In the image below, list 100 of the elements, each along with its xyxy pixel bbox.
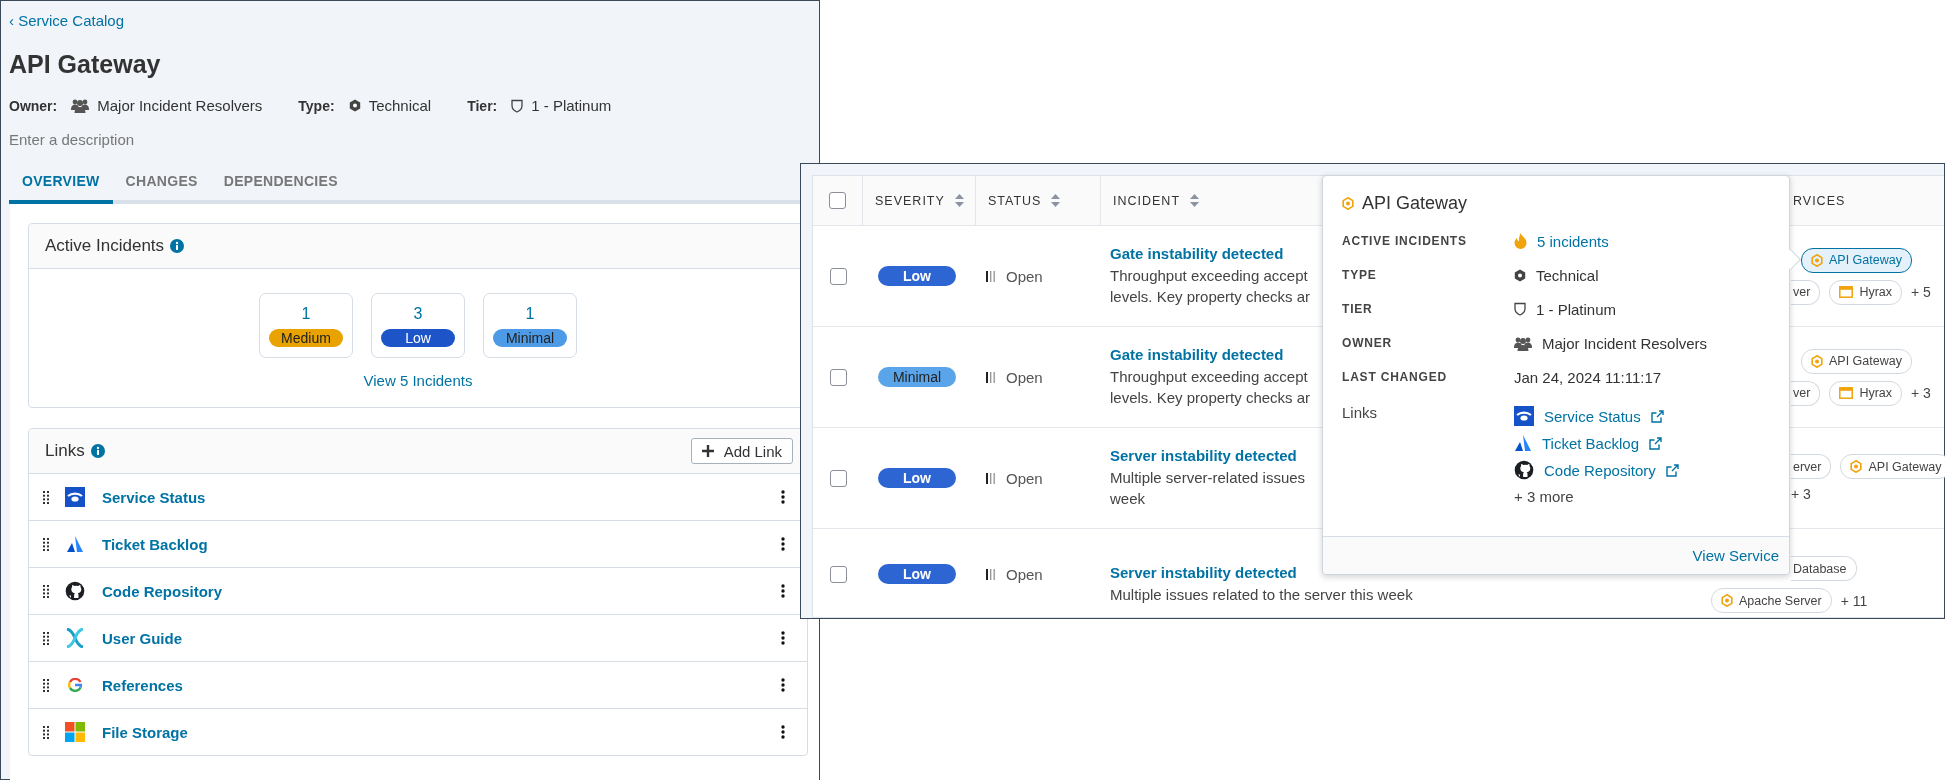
circle-logo-icon	[65, 581, 85, 601]
hexagon-icon	[1850, 460, 1863, 473]
checkbox[interactable]	[829, 267, 847, 285]
column-header: SEVERITY	[875, 193, 945, 208]
field-value: Jan 24, 2024 11:11:17	[1514, 368, 1662, 386]
tab[interactable]: CHANGES	[112, 163, 211, 204]
link-item[interactable]: References	[102, 676, 183, 694]
hexagon-icon	[1721, 594, 1733, 607]
checkbox[interactable]	[829, 469, 847, 487]
field-label: Owner:	[9, 97, 58, 114]
link-item[interactable]: Ticket Backlog	[102, 535, 208, 553]
link-item[interactable]: File Storage	[102, 723, 188, 741]
kebab-menu-icon[interactable]	[781, 584, 785, 598]
severity-tile[interactable]: 1 Medium	[259, 293, 353, 358]
bars-icon	[986, 568, 996, 580]
hexagon-icon	[1811, 354, 1823, 368]
link-item[interactable]: Service Status	[102, 488, 206, 506]
checkbox[interactable]	[829, 368, 847, 386]
drag-handle-icon	[43, 490, 50, 504]
incident-description: Multiple issues related to the server this week	[1110, 585, 1413, 605]
incident-description: Multiple server-related issues	[1110, 468, 1306, 488]
incident-description: week	[1110, 489, 1146, 509]
link-item[interactable]: User Guide	[102, 629, 183, 647]
flame-icon	[1514, 233, 1527, 249]
drag-handle-icon	[43, 584, 50, 598]
signal-icon	[1514, 406, 1534, 426]
incident-description: Throughput exceeding accept	[1110, 367, 1308, 387]
peak-icon	[1514, 434, 1532, 452]
checkbox[interactable]	[829, 192, 846, 209]
incident-count: 1	[301, 304, 311, 323]
link-item[interactable]: Service Status	[1544, 407, 1641, 425]
bars-icon	[986, 371, 996, 383]
peak-icon	[66, 535, 84, 553]
field-label: LAST CHANGED	[1342, 369, 1448, 386]
description-field[interactable]: Enter a description	[9, 127, 309, 152]
incident-description: levels. Key property checks ar	[1110, 287, 1311, 307]
severity-tile[interactable]: 3 Low	[371, 293, 465, 358]
service-tag[interactable]: ver	[1791, 279, 1821, 305]
severity-badge: Low	[878, 564, 956, 584]
add-link-button[interactable]: Add Link	[690, 438, 793, 464]
field-label: Type:	[298, 97, 335, 114]
bars-icon	[986, 472, 996, 484]
service-tag[interactable]: Database	[1791, 556, 1857, 581]
field-label: TYPE	[1342, 267, 1378, 284]
service-tag[interactable]: Hyrax	[1829, 279, 1903, 305]
kebab-menu-icon[interactable]	[781, 678, 785, 692]
service-tag[interactable]: Apache Server	[1711, 588, 1832, 613]
view-incidents-link[interactable]: View 5 Incidents	[363, 372, 473, 407]
shield-icon	[511, 98, 524, 113]
severity-badge: Minimal	[493, 328, 567, 347]
incident-link[interactable]: Gate instability detected	[1110, 346, 1284, 363]
signal-icon	[65, 487, 85, 507]
tab[interactable]: DEPENDENCIES	[210, 163, 351, 204]
people-icon	[71, 98, 90, 113]
severity-badge: Medium	[269, 328, 343, 347]
hexagon-icon	[1342, 197, 1354, 210]
link-item[interactable]: Ticket Backlog	[1542, 434, 1639, 452]
kebab-menu-icon[interactable]	[781, 725, 785, 739]
service-tag[interactable]: API Gateway	[1801, 348, 1912, 374]
service-tag[interactable]: Hyrax	[1829, 380, 1903, 406]
service-tag[interactable]: API Gateway	[1840, 454, 1945, 479]
link-item[interactable]: Code Repository	[1544, 461, 1656, 479]
bars-icon	[986, 270, 996, 282]
popover-title: API Gateway	[1362, 193, 1468, 214]
window-icon	[1839, 387, 1854, 399]
more-count: + 3	[1791, 486, 1811, 502]
checkbox[interactable]	[829, 565, 847, 583]
back-link[interactable]: ‹ Service Catalog	[9, 12, 125, 29]
severity-tile[interactable]: 1 Minimal	[483, 293, 577, 358]
field-value: Major Incident Resolvers	[1542, 334, 1708, 352]
drag-handle-icon	[43, 725, 50, 739]
more-links: + 3 more	[1514, 488, 1575, 505]
card-title: Active Incidents	[45, 236, 165, 256]
shield-icon	[1514, 302, 1526, 316]
incident-link[interactable]: Server instability detected	[1110, 447, 1297, 464]
view-service-link[interactable]: View Service	[1692, 547, 1779, 564]
drag-handle-icon	[43, 631, 50, 645]
incident-link[interactable]: Server instability detected	[1110, 564, 1297, 581]
window-icon	[1839, 286, 1854, 298]
more-count: + 3	[1911, 385, 1931, 401]
service-tag[interactable]: API Gateway	[1801, 247, 1912, 273]
status-text: Open	[1006, 368, 1043, 386]
status-text: Open	[1006, 267, 1043, 285]
incidents-link[interactable]: 5 incidents	[1537, 232, 1609, 250]
incident-link[interactable]: Gate instability detected	[1110, 245, 1284, 262]
link-item[interactable]: Code Repository	[102, 582, 222, 600]
ring-icon	[68, 678, 82, 692]
kebab-menu-icon[interactable]	[781, 631, 785, 645]
severity-badge: Low	[381, 328, 455, 347]
drag-handle-icon	[43, 537, 50, 551]
service-tag[interactable]: ver	[1791, 380, 1821, 406]
incident-count: 1	[525, 304, 535, 323]
field-value: Technical	[368, 97, 432, 114]
plus-icon	[701, 445, 714, 457]
external-link-icon	[1665, 463, 1679, 477]
page-title: API Gateway	[9, 50, 162, 79]
kebab-menu-icon[interactable]	[781, 490, 785, 504]
kebab-menu-icon[interactable]	[781, 537, 785, 551]
external-link-icon	[1650, 409, 1664, 423]
service-tag[interactable]: erver	[1791, 454, 1832, 479]
